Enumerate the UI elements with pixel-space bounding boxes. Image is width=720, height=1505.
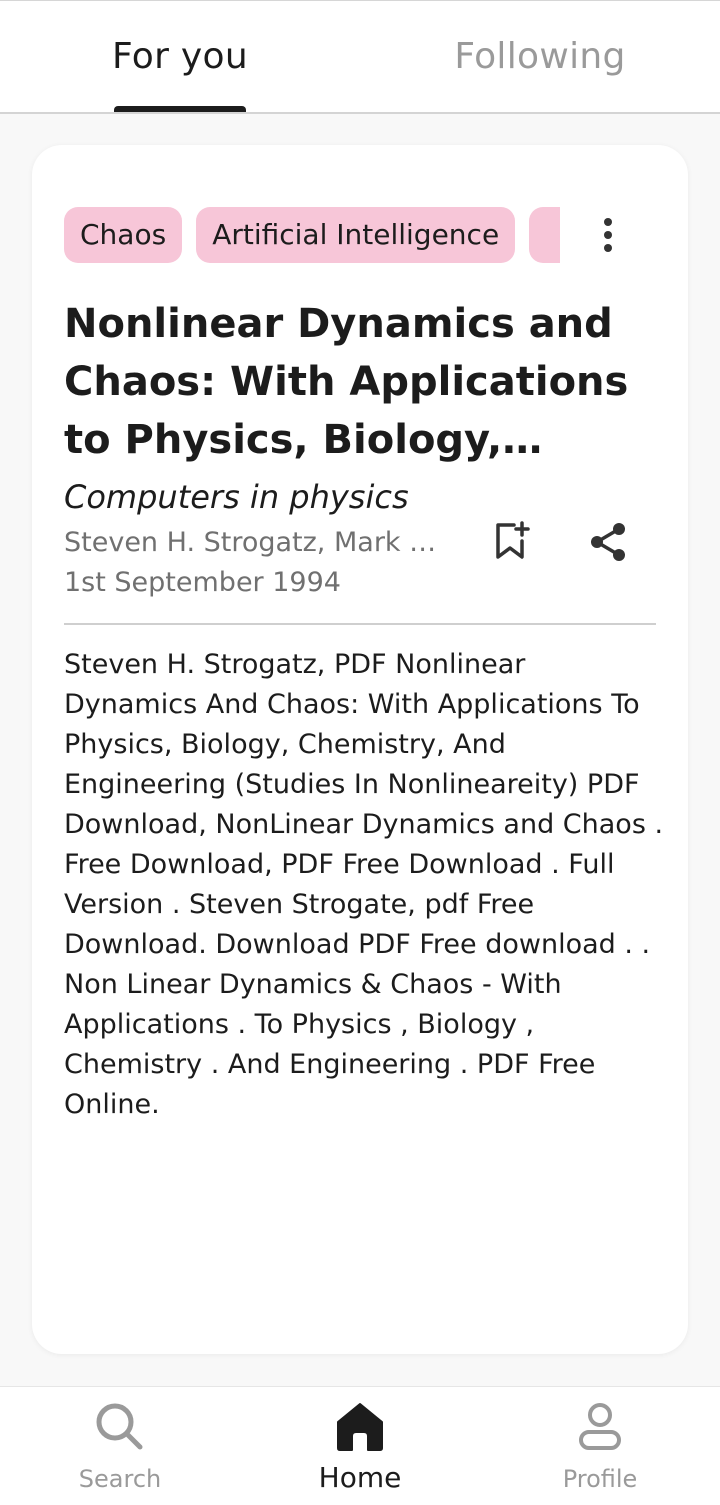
nav-home[interactable]: Home [240,1387,480,1505]
tab-for-you-label: For you [112,36,248,77]
tag-artificial-intelligence[interactable]: Artificial Intelligence [196,207,516,263]
nav-home-label: Home [318,1461,402,1494]
home-icon [337,1403,383,1451]
tag-chaos[interactable]: Chaos [64,207,183,263]
paper-title[interactable]: Nonlinear Dynamics and Chaos: With Appli… [64,295,664,469]
nav-profile[interactable]: Profile [480,1387,720,1505]
nav-profile-label: Profile [562,1465,638,1493]
bottom-navigation: Search Home Profile [0,1386,720,1505]
paper-authors: Steven H. Strogatz, Mark … [64,527,437,558]
share-icon [591,523,625,561]
profile-icon [579,1403,621,1450]
paper-journal: Computers in physics [64,478,409,516]
bookmark-add-icon [496,521,530,559]
tab-following-label: Following [454,36,626,77]
tab-for-you[interactable]: For you [100,1,260,112]
tag-list: Chaos Artificial Intelligence [64,207,560,263]
bookmark-button[interactable] [490,517,534,565]
feed-tabs: For you Following [0,1,720,114]
nav-search[interactable]: Search [0,1387,240,1505]
paper-date: 1st September 1994 [64,567,341,598]
more-options-button[interactable] [588,213,628,257]
more-vertical-icon [604,218,612,252]
paper-card[interactable]: Chaos Artificial Intelligence Nonlinear D… [32,145,688,1354]
tab-following[interactable]: Following [440,1,640,112]
card-divider [64,623,656,625]
tag-overflow[interactable] [529,207,560,263]
nav-search-label: Search [78,1465,162,1493]
paper-abstract: Steven H. Strogatz, PDF Nonlinear Dynami… [64,649,664,1120]
search-icon [96,1403,143,1450]
active-tab-indicator [114,106,246,112]
share-button[interactable] [586,519,630,565]
